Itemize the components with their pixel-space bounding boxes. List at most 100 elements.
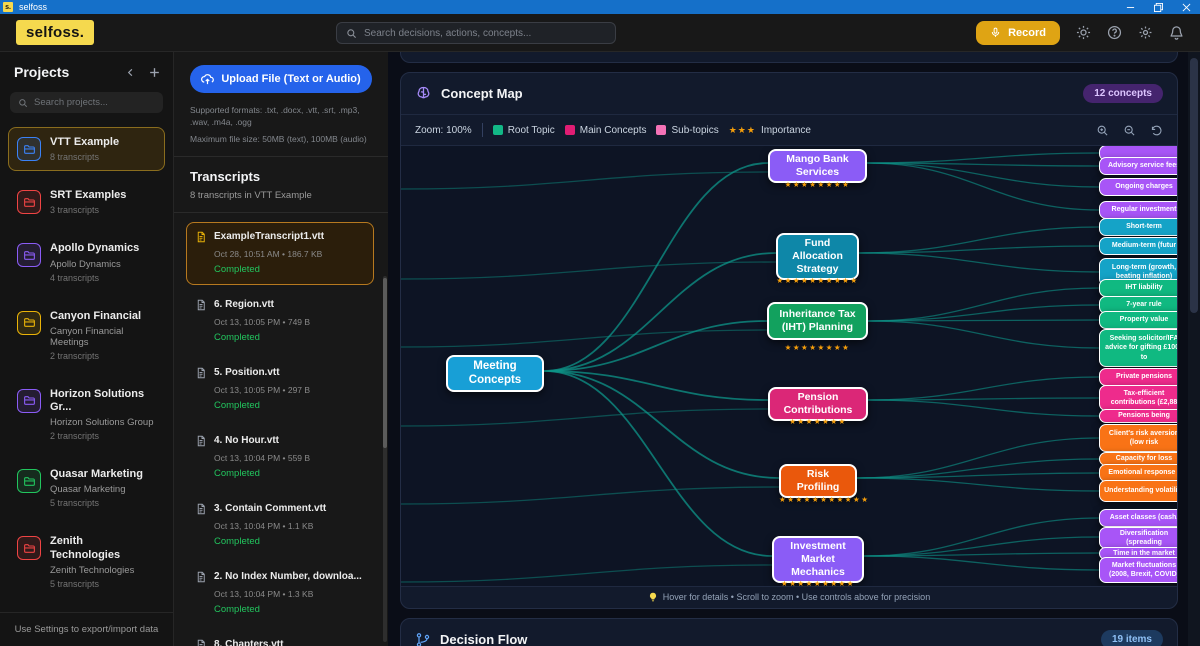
brain-icon bbox=[415, 85, 432, 102]
sub-topic-node[interactable]: Client's risk aversion (low risk bbox=[1099, 424, 1177, 452]
app-icon: s. bbox=[3, 2, 13, 12]
supported-formats: Supported formats: .txt, .docx, .vtt, .s… bbox=[190, 105, 360, 128]
project-subtitle: Apollo Dynamics bbox=[50, 258, 121, 270]
sub-topic-node[interactable]: Pensions being bbox=[1099, 409, 1177, 423]
transcript-item[interactable]: 4. No Hour.vtt Oct 13, 10:04 PM • 559 B … bbox=[186, 426, 374, 489]
root-node[interactable]: Meeting Concepts bbox=[446, 355, 544, 392]
transcript-name: 5. Position.vtt bbox=[214, 367, 280, 379]
concept-map-canvas[interactable]: Meeting Concepts Mango Bank Services ★★★★★… bbox=[401, 146, 1177, 586]
folder-icon bbox=[17, 190, 41, 215]
transcript-item[interactable]: 6. Region.vtt Oct 13, 10:05 PM • 749 B C… bbox=[186, 290, 374, 353]
transcript-name: 8. Chapters.vtt bbox=[214, 639, 284, 646]
transcripts-scrollbar[interactable] bbox=[383, 276, 387, 642]
project-item[interactable]: Apollo Dynamics Apollo Dynamics 4 transc… bbox=[8, 233, 165, 291]
help-icon[interactable] bbox=[1107, 25, 1122, 40]
project-item[interactable]: Horizon Solutions Gr... Horizon Solution… bbox=[8, 379, 165, 450]
project-count: 5 transcripts bbox=[50, 498, 100, 509]
project-item[interactable]: VTT Example 8 transcripts bbox=[8, 127, 165, 172]
transcript-name: 2. No Index Number, downloa... bbox=[214, 571, 362, 583]
transcript-status: Completed bbox=[214, 603, 260, 615]
sub-topic-node[interactable]: Seeking solicitor/IFA advice for gifting… bbox=[1099, 329, 1177, 367]
main-concept-node[interactable]: Mango Bank Services bbox=[768, 149, 867, 184]
folder-icon bbox=[17, 388, 41, 413]
file-icon bbox=[195, 299, 207, 311]
project-count: 3 transcripts bbox=[50, 205, 100, 216]
sub-topic-node[interactable]: Advisory service fees bbox=[1099, 157, 1177, 175]
main-concept-node[interactable]: Investment Market Mechanics bbox=[772, 536, 864, 584]
notifications-bell-icon[interactable] bbox=[1169, 25, 1184, 40]
transcript-name: 6. Region.vtt bbox=[214, 299, 275, 311]
sub-topic-node[interactable]: Market fluctuations (2008, Brexit, COVID… bbox=[1099, 557, 1177, 583]
sub-topic-node[interactable]: Asset classes (cash, bbox=[1099, 509, 1177, 527]
decision-flow-card: Decision Flow 19 items bbox=[400, 618, 1178, 646]
record-button[interactable]: Record bbox=[976, 20, 1060, 45]
zoom-in-icon[interactable] bbox=[1096, 124, 1109, 137]
legend-root-topic: Root Topic bbox=[492, 125, 555, 136]
sub-topic-node[interactable]: Regular investment bbox=[1099, 201, 1177, 219]
project-name: SRT Examples bbox=[50, 189, 127, 202]
sub-topic-node[interactable]: Medium-term (futur bbox=[1099, 237, 1177, 255]
project-item[interactable]: Zenith Technologies Zenith Technologies … bbox=[8, 526, 165, 597]
project-subtitle: Quasar Marketing bbox=[50, 484, 126, 496]
record-label: Record bbox=[1008, 26, 1046, 39]
main-concept-node[interactable]: Risk Profiling bbox=[779, 464, 857, 499]
project-item[interactable]: SRT Examples 3 transcripts bbox=[8, 180, 165, 224]
theme-toggle-icon[interactable] bbox=[1076, 25, 1091, 40]
importance-stars: ★★★★★★★★★★★ bbox=[779, 495, 870, 504]
settings-gear-icon[interactable] bbox=[1138, 25, 1153, 40]
transcript-meta: Oct 13, 10:05 PM • 749 B bbox=[214, 316, 311, 327]
file-icon bbox=[195, 367, 207, 379]
transcripts-subtitle: 8 transcripts in VTT Example bbox=[190, 189, 312, 201]
transcript-status: Completed bbox=[214, 535, 260, 547]
project-count: 4 transcripts bbox=[50, 272, 100, 283]
transcript-status: Completed bbox=[214, 467, 260, 479]
project-count: 8 transcripts bbox=[50, 152, 100, 163]
zoom-level-label: Zoom: 100% bbox=[415, 124, 472, 136]
transcript-item[interactable]: 3. Contain Comment.vtt Oct 13, 10:04 PM … bbox=[186, 494, 374, 557]
sub-topic-node[interactable]: Diversification (spreading bbox=[1099, 527, 1177, 550]
maximize-button[interactable] bbox=[1144, 0, 1172, 14]
window-title: selfoss bbox=[19, 2, 48, 12]
zoom-out-icon[interactable] bbox=[1123, 124, 1136, 137]
git-branch-icon bbox=[415, 632, 431, 646]
sub-topic-node[interactable]: Property value bbox=[1099, 311, 1177, 329]
minimize-button[interactable] bbox=[1116, 0, 1144, 14]
sub-topic-node[interactable]: IHT liability bbox=[1099, 279, 1177, 297]
close-button[interactable] bbox=[1172, 0, 1200, 14]
transcript-meta: Oct 13, 10:04 PM • 1.3 KB bbox=[214, 588, 314, 599]
sub-topic-node[interactable]: Tax-efficient contributions (£2,88 bbox=[1099, 385, 1177, 411]
importance-stars: ★★★★★★★★★ bbox=[780, 579, 855, 586]
sub-topic-node[interactable]: Short-term bbox=[1099, 218, 1177, 236]
transcript-name: 4. No Hour.vtt bbox=[214, 435, 280, 447]
transcript-item[interactable]: 5. Position.vtt Oct 13, 10:05 PM • 297 B… bbox=[186, 358, 374, 421]
upload-file-button[interactable]: Upload File (Text or Audio) bbox=[190, 65, 372, 93]
sub-topic-node[interactable]: Understanding volatility bbox=[1099, 480, 1177, 502]
sub-topic-node[interactable]: Ongoing charges bbox=[1099, 178, 1177, 196]
upload-file-label: Upload File (Text or Audio) bbox=[221, 73, 361, 85]
transcript-item[interactable]: 2. No Index Number, downloa... Oct 13, 1… bbox=[186, 562, 374, 625]
reset-view-icon[interactable] bbox=[1150, 124, 1163, 137]
main-concept-node[interactable]: Inheritance Tax (IHT) Planning bbox=[767, 302, 868, 340]
project-item[interactable]: Quasar Marketing Quasar Marketing 5 tran… bbox=[8, 459, 165, 517]
global-search-input[interactable] bbox=[364, 27, 606, 39]
main-content: Concept Map 12 concepts Zoom: 100% Root … bbox=[388, 52, 1200, 646]
transcript-item[interactable]: 8. Chapters.vtt Oct 13, 10:02 PM • 320 B… bbox=[186, 630, 374, 646]
map-hint: Hover for details • Scroll to zoom • Use… bbox=[401, 586, 1177, 608]
importance-stars: ★★★★★★★★ bbox=[784, 180, 851, 189]
project-name: Apollo Dynamics bbox=[50, 242, 140, 255]
add-project-icon[interactable] bbox=[148, 66, 161, 79]
global-search[interactable] bbox=[336, 22, 616, 44]
folder-icon bbox=[17, 469, 41, 494]
window-scrollbar[interactable] bbox=[1188, 52, 1200, 646]
project-item[interactable]: Canyon Financial Canyon Financial Meetin… bbox=[8, 301, 165, 370]
importance-stars-icon: ★★★ bbox=[728, 124, 756, 135]
main-concept-node[interactable]: Fund Allocation Strategy bbox=[776, 233, 859, 281]
transcripts-panel: Upload File (Text or Audio) Supported fo… bbox=[174, 52, 388, 646]
importance-stars: ★★★★★★★ bbox=[789, 416, 847, 426]
sub-topic-node[interactable]: Private pensions bbox=[1099, 368, 1177, 386]
transcript-item[interactable]: ExampleTranscript1.vtt Oct 28, 10:51 AM … bbox=[186, 221, 374, 285]
folder-icon bbox=[17, 536, 41, 561]
collapse-sidebar-icon[interactable] bbox=[125, 67, 136, 78]
project-search-input[interactable] bbox=[34, 97, 155, 108]
project-search[interactable] bbox=[10, 92, 163, 113]
